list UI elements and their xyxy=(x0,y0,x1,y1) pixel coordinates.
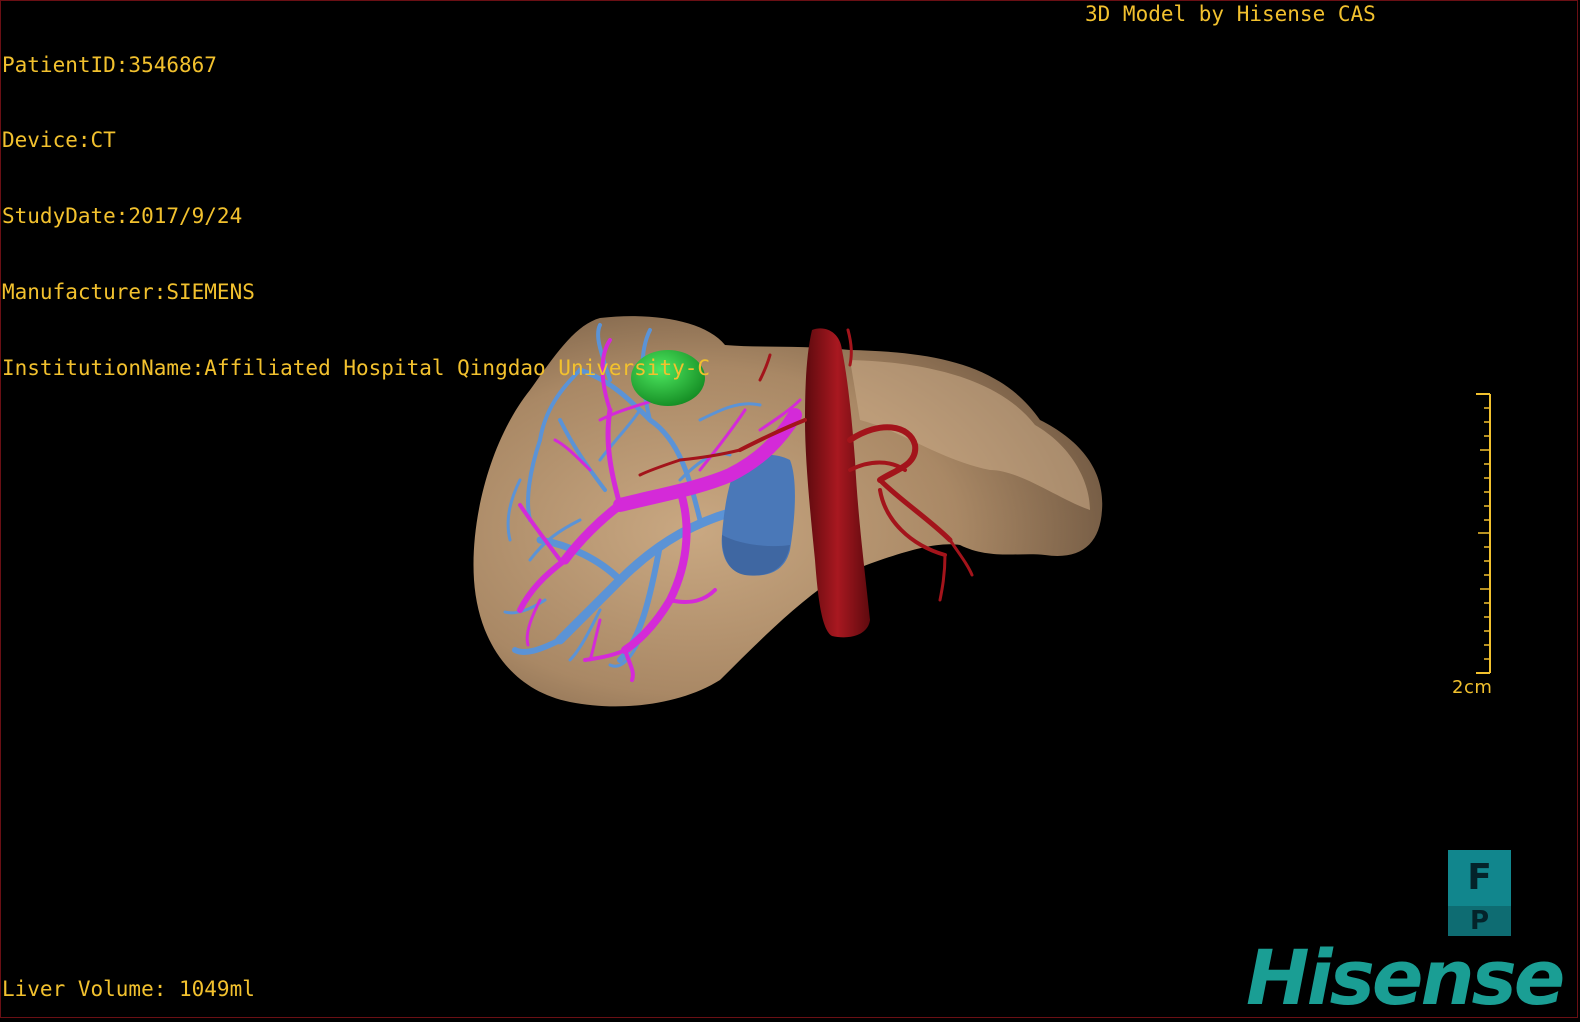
patient-id-label: PatientID:3546867 xyxy=(2,52,217,77)
study-date-label: StudyDate:2017/9/24 xyxy=(2,204,243,229)
orientation-posterior-face: P xyxy=(1448,906,1511,936)
hisense-logo: Hisense xyxy=(1246,933,1565,1022)
orientation-front-face: F xyxy=(1448,850,1511,906)
institution-label: InstitutionName:Affiliated Hospital Qing… xyxy=(2,356,711,381)
manufacturer-label: Manufacturer:SIEMENS xyxy=(2,280,255,305)
model-credit: 3D Model by Hisense CAS xyxy=(1085,2,1376,26)
scale-bar-label: 2cm xyxy=(1452,677,1493,698)
orientation-cube[interactable]: F P xyxy=(1448,850,1511,936)
dicom-info-overlay: PatientID:3546867 Device:CT StudyDate:20… xyxy=(2,2,710,407)
liver-volume-label: Liver Volume: 1049ml xyxy=(2,977,255,1001)
scale-bar xyxy=(1476,393,1491,674)
device-label: Device:CT xyxy=(2,128,116,153)
